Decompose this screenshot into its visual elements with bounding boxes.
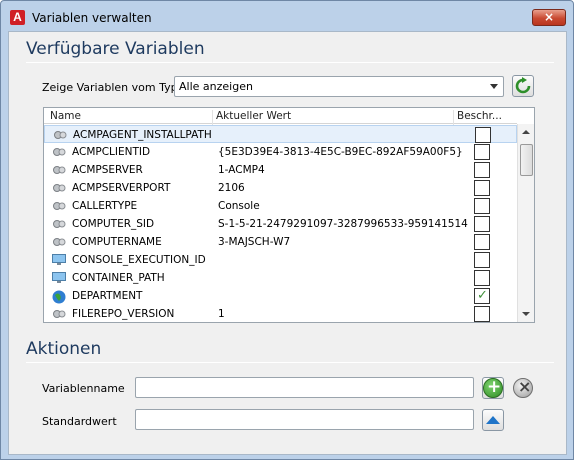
variable-name-input[interactable] (135, 377, 474, 398)
variable-name-label: Variablenname (42, 382, 125, 395)
table-row[interactable]: ACMPSERVERPORT 2106 (44, 179, 517, 197)
type-filter-value: Alle anzeigen (179, 80, 253, 93)
description-checkbox[interactable] (474, 162, 490, 178)
add-icon (483, 377, 503, 398)
gear-pair-icon (52, 200, 66, 212)
variable-name-cell: FILEREPO_VERSION (72, 308, 175, 320)
gear-pair-icon (52, 218, 66, 230)
description-checkbox[interactable] (474, 234, 490, 250)
column-header-description[interactable]: Beschr... (457, 110, 502, 122)
table-row[interactable]: ACMPAGENT_INSTALLPATH (44, 125, 517, 143)
column-header-name[interactable]: Name (50, 110, 81, 122)
scroll-thumb[interactable] (520, 144, 533, 176)
description-checkbox[interactable] (474, 144, 490, 160)
variable-value-cell: Console (218, 200, 260, 212)
variable-name-cell: ACMPSERVERPORT (72, 182, 171, 194)
gear-pair-icon (53, 129, 67, 141)
description-checkbox[interactable] (474, 306, 490, 322)
table-row[interactable]: DEPARTMENT (44, 287, 517, 305)
variable-name-cell: ACMPAGENT_INSTALLPATH (73, 129, 212, 141)
variable-value-cell: 3-MAJSCH-W7 (218, 236, 291, 248)
variable-value-cell: {5E3D39E4-3813-4E5C-B9EC-892AF59A00F5} (218, 146, 463, 158)
description-checkbox[interactable] (475, 127, 491, 143)
variable-name-cell: COMPUTER_SID (72, 218, 155, 230)
section-divider (26, 362, 554, 363)
filter-label: Zeige Variablen vom Typ (42, 81, 178, 94)
type-filter-select[interactable]: Alle anzeigen (174, 76, 504, 97)
table-row[interactable]: CONSOLE_EXECUTION_ID (44, 251, 517, 269)
gear-pair-icon (52, 308, 66, 320)
table-row[interactable]: ACMPCLIENTID {5E3D39E4-3813-4E5C-B9EC-892… (44, 143, 517, 161)
globe-icon (52, 290, 66, 304)
description-checkbox[interactable] (474, 216, 490, 232)
gear-pair-icon (52, 182, 66, 194)
variable-name-cell: CALLERTYPE (72, 200, 138, 212)
refresh-icon (515, 77, 531, 94)
description-checkbox[interactable] (474, 252, 490, 268)
default-value-input[interactable] (135, 409, 474, 430)
description-checkbox[interactable] (474, 180, 490, 196)
table-row[interactable]: ACMPSERVER 1-ACMP4 (44, 161, 517, 179)
chevron-down-icon (490, 84, 498, 89)
scroll-down-icon[interactable] (522, 312, 530, 316)
description-checkbox[interactable] (474, 288, 490, 304)
table-row[interactable]: COMPUTER_SID S-1-5-21-2479291097-32879965… (44, 215, 517, 233)
gear-pair-icon (52, 236, 66, 248)
dialog-window: A Variablen verwalten × Verfügbare Varia… (0, 0, 574, 460)
monitor-icon (52, 272, 66, 284)
variable-name-cell: CONSOLE_EXECUTION_ID (72, 254, 206, 266)
monitor-icon (52, 254, 66, 266)
table-row[interactable]: CONTAINER_PATH (44, 269, 517, 287)
gear-pair-icon (52, 164, 66, 176)
vertical-scrollbar[interactable] (517, 124, 534, 322)
window-title: Variablen verwalten (32, 11, 152, 25)
default-value-label: Standardwert (42, 415, 117, 428)
table-row[interactable]: FILEREPO_VERSION 1 (44, 305, 517, 322)
variable-value-cell: 2106 (218, 182, 245, 194)
close-button[interactable]: × (532, 9, 566, 26)
arrow-up-icon (486, 416, 500, 424)
remove-variable-button[interactable] (513, 377, 533, 398)
scroll-up-icon[interactable] (522, 130, 530, 134)
apply-default-button[interactable] (482, 409, 504, 431)
column-header-value[interactable]: Aktueller Wert (216, 110, 291, 122)
variable-name-cell: DEPARTMENT (72, 290, 143, 302)
variable-name-cell: CONTAINER_PATH (72, 272, 165, 284)
description-checkbox[interactable] (474, 198, 490, 214)
variable-name-cell: ACMPSERVER (72, 164, 143, 176)
table-header: Name Aktueller Wert Beschr... (44, 108, 517, 126)
variable-value-cell: 1 (218, 308, 225, 320)
description-checkbox[interactable] (474, 270, 490, 286)
variable-name-cell: ACMPCLIENTID (72, 146, 151, 158)
actions-title: Aktionen (26, 339, 102, 359)
refresh-button[interactable] (512, 75, 534, 97)
column-divider (212, 110, 213, 126)
section-divider (26, 62, 554, 63)
available-variables-title: Verfügbare Variablen (26, 39, 205, 59)
variables-table[interactable]: Name Aktueller Wert Beschr... ACMPAGENT_… (43, 107, 535, 323)
table-row[interactable]: COMPUTERNAME 3-MAJSCH-W7 (44, 233, 517, 251)
title-bar[interactable]: A Variablen verwalten × (1, 1, 573, 31)
add-variable-button[interactable] (482, 377, 504, 399)
app-logo-icon: A (10, 10, 25, 25)
variable-value-cell: 1-ACMP4 (218, 164, 265, 176)
gear-pair-icon (52, 146, 66, 158)
column-divider (453, 110, 454, 126)
dialog-body: Verfügbare Variablen Zeige Variablen vom… (8, 31, 567, 455)
table-row[interactable]: CALLERTYPE Console (44, 197, 517, 215)
variable-value-cell: S-1-5-21-2479291097-3287996533-959141514 (218, 218, 468, 230)
variable-name-cell: COMPUTERNAME (72, 236, 162, 248)
